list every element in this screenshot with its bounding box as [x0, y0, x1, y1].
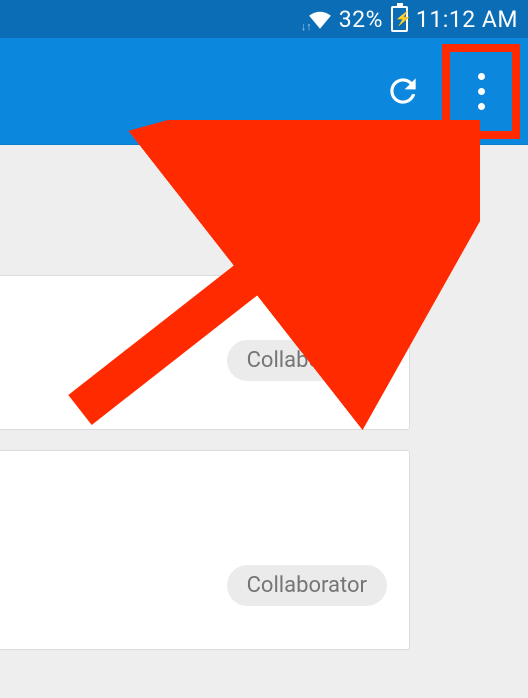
overflow-menu-button[interactable]	[442, 44, 520, 139]
role-badge: Collaborator	[227, 565, 387, 606]
content-area: Collaborator Collaborator	[0, 145, 528, 650]
refresh-icon	[384, 72, 422, 110]
battery-icon: ⚡	[391, 6, 408, 32]
role-badge: Collaborator	[227, 340, 387, 381]
highlight-box	[442, 44, 520, 139]
battery-percent: 32%	[339, 6, 383, 33]
app-bar	[0, 38, 528, 145]
refresh-button[interactable]	[374, 62, 432, 120]
status-bar: ↓↑ 32% ⚡ 11:12 AM	[0, 0, 528, 38]
clock: 11:12 AM	[416, 6, 518, 33]
list-item[interactable]: Collaborator	[0, 450, 410, 650]
wifi-icon: ↓↑	[307, 9, 333, 29]
list-item[interactable]: Collaborator	[0, 275, 410, 430]
